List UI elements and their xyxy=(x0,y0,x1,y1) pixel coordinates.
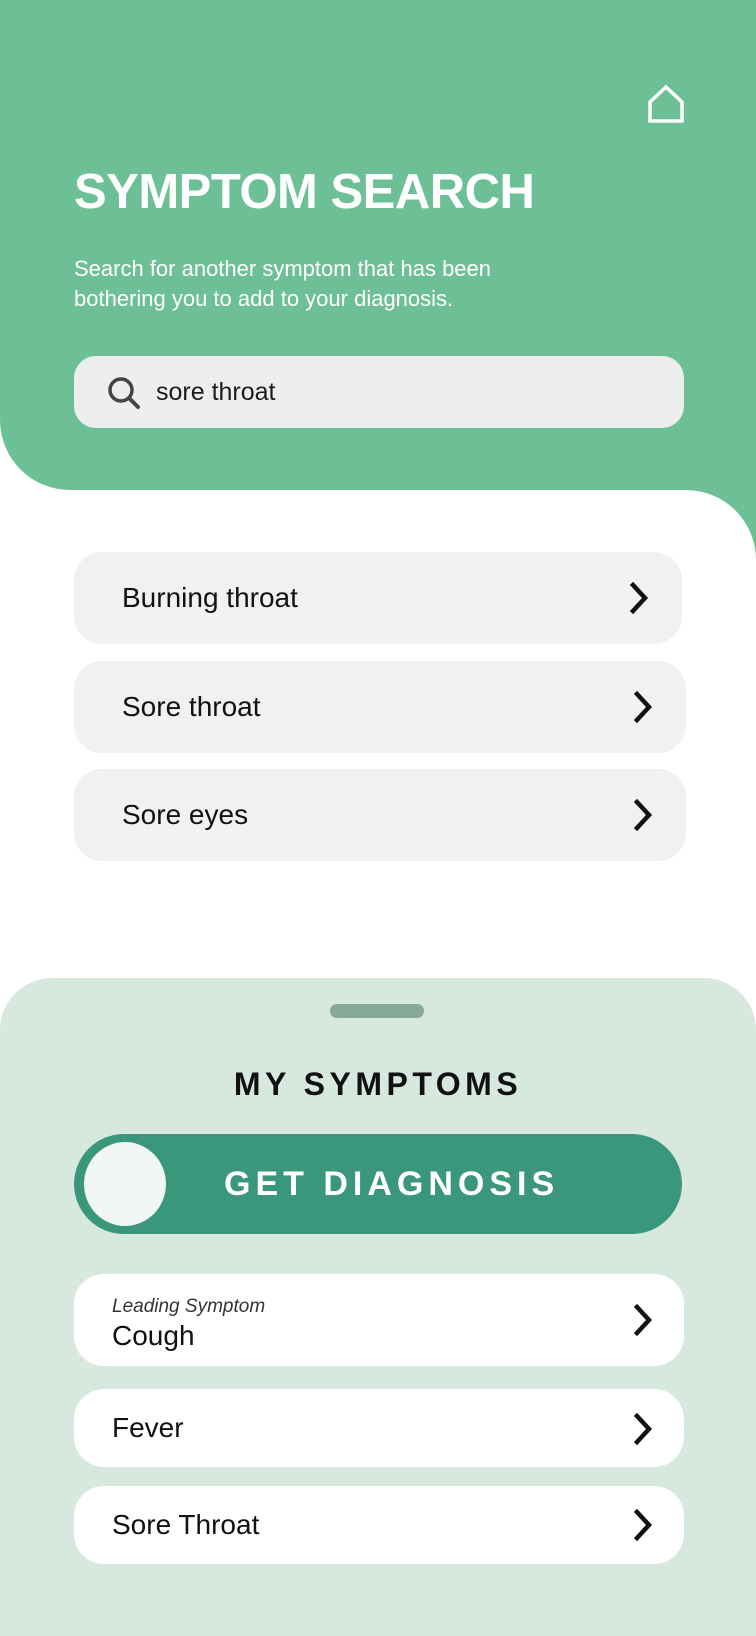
result-item-burning-throat[interactable]: Burning throat xyxy=(74,552,682,644)
header-panel: SYMPTOM SEARCH Search for another sympto… xyxy=(0,0,756,490)
symptom-item-cough[interactable]: Leading Symptom Cough xyxy=(74,1274,684,1366)
page-subtitle: Search for another symptom that has been… xyxy=(74,256,492,311)
home-icon[interactable] xyxy=(646,84,686,124)
get-diagnosis-label: GET DIAGNOSIS xyxy=(224,1165,560,1203)
symptom-label: Sore Throat xyxy=(112,1509,260,1540)
search-field[interactable]: sore throat xyxy=(74,356,684,428)
result-item-sore-throat[interactable]: Sore throat xyxy=(74,661,686,753)
search-input[interactable]: sore throat xyxy=(156,356,276,428)
symptom-label: Fever xyxy=(112,1412,184,1443)
search-icon xyxy=(108,377,140,409)
result-label: Sore eyes xyxy=(122,799,249,830)
chevron-right-icon xyxy=(633,1412,653,1446)
symptom-item-sore-throat[interactable]: Sore Throat xyxy=(74,1486,684,1564)
symptom-label: Cough xyxy=(112,1320,195,1351)
symptom-item-fever[interactable]: Fever xyxy=(74,1389,684,1467)
chevron-right-icon xyxy=(633,1303,653,1337)
chevron-right-icon xyxy=(633,690,653,724)
my-symptoms-title: MY SYMPTOMS xyxy=(233,1066,523,1102)
page-title: SYMPTOM SEARCH xyxy=(74,165,535,219)
result-item-sore-eyes[interactable]: Sore eyes xyxy=(74,769,686,861)
result-label: Burning throat xyxy=(122,582,298,613)
leading-symptom-tag: Leading Symptom xyxy=(112,1296,266,1317)
result-label: Sore throat xyxy=(122,691,261,722)
get-diagnosis-button[interactable]: GET DIAGNOSIS xyxy=(74,1134,682,1234)
my-symptoms-sheet: MY SYMPTOMS GET DIAGNOSIS Leading Sympto… xyxy=(0,978,756,1636)
sheet-drag-handle[interactable] xyxy=(330,1004,424,1018)
slider-knob[interactable] xyxy=(84,1142,166,1226)
chevron-right-icon xyxy=(633,798,653,832)
chevron-right-icon xyxy=(633,1508,653,1542)
chevron-right-icon xyxy=(629,581,649,615)
